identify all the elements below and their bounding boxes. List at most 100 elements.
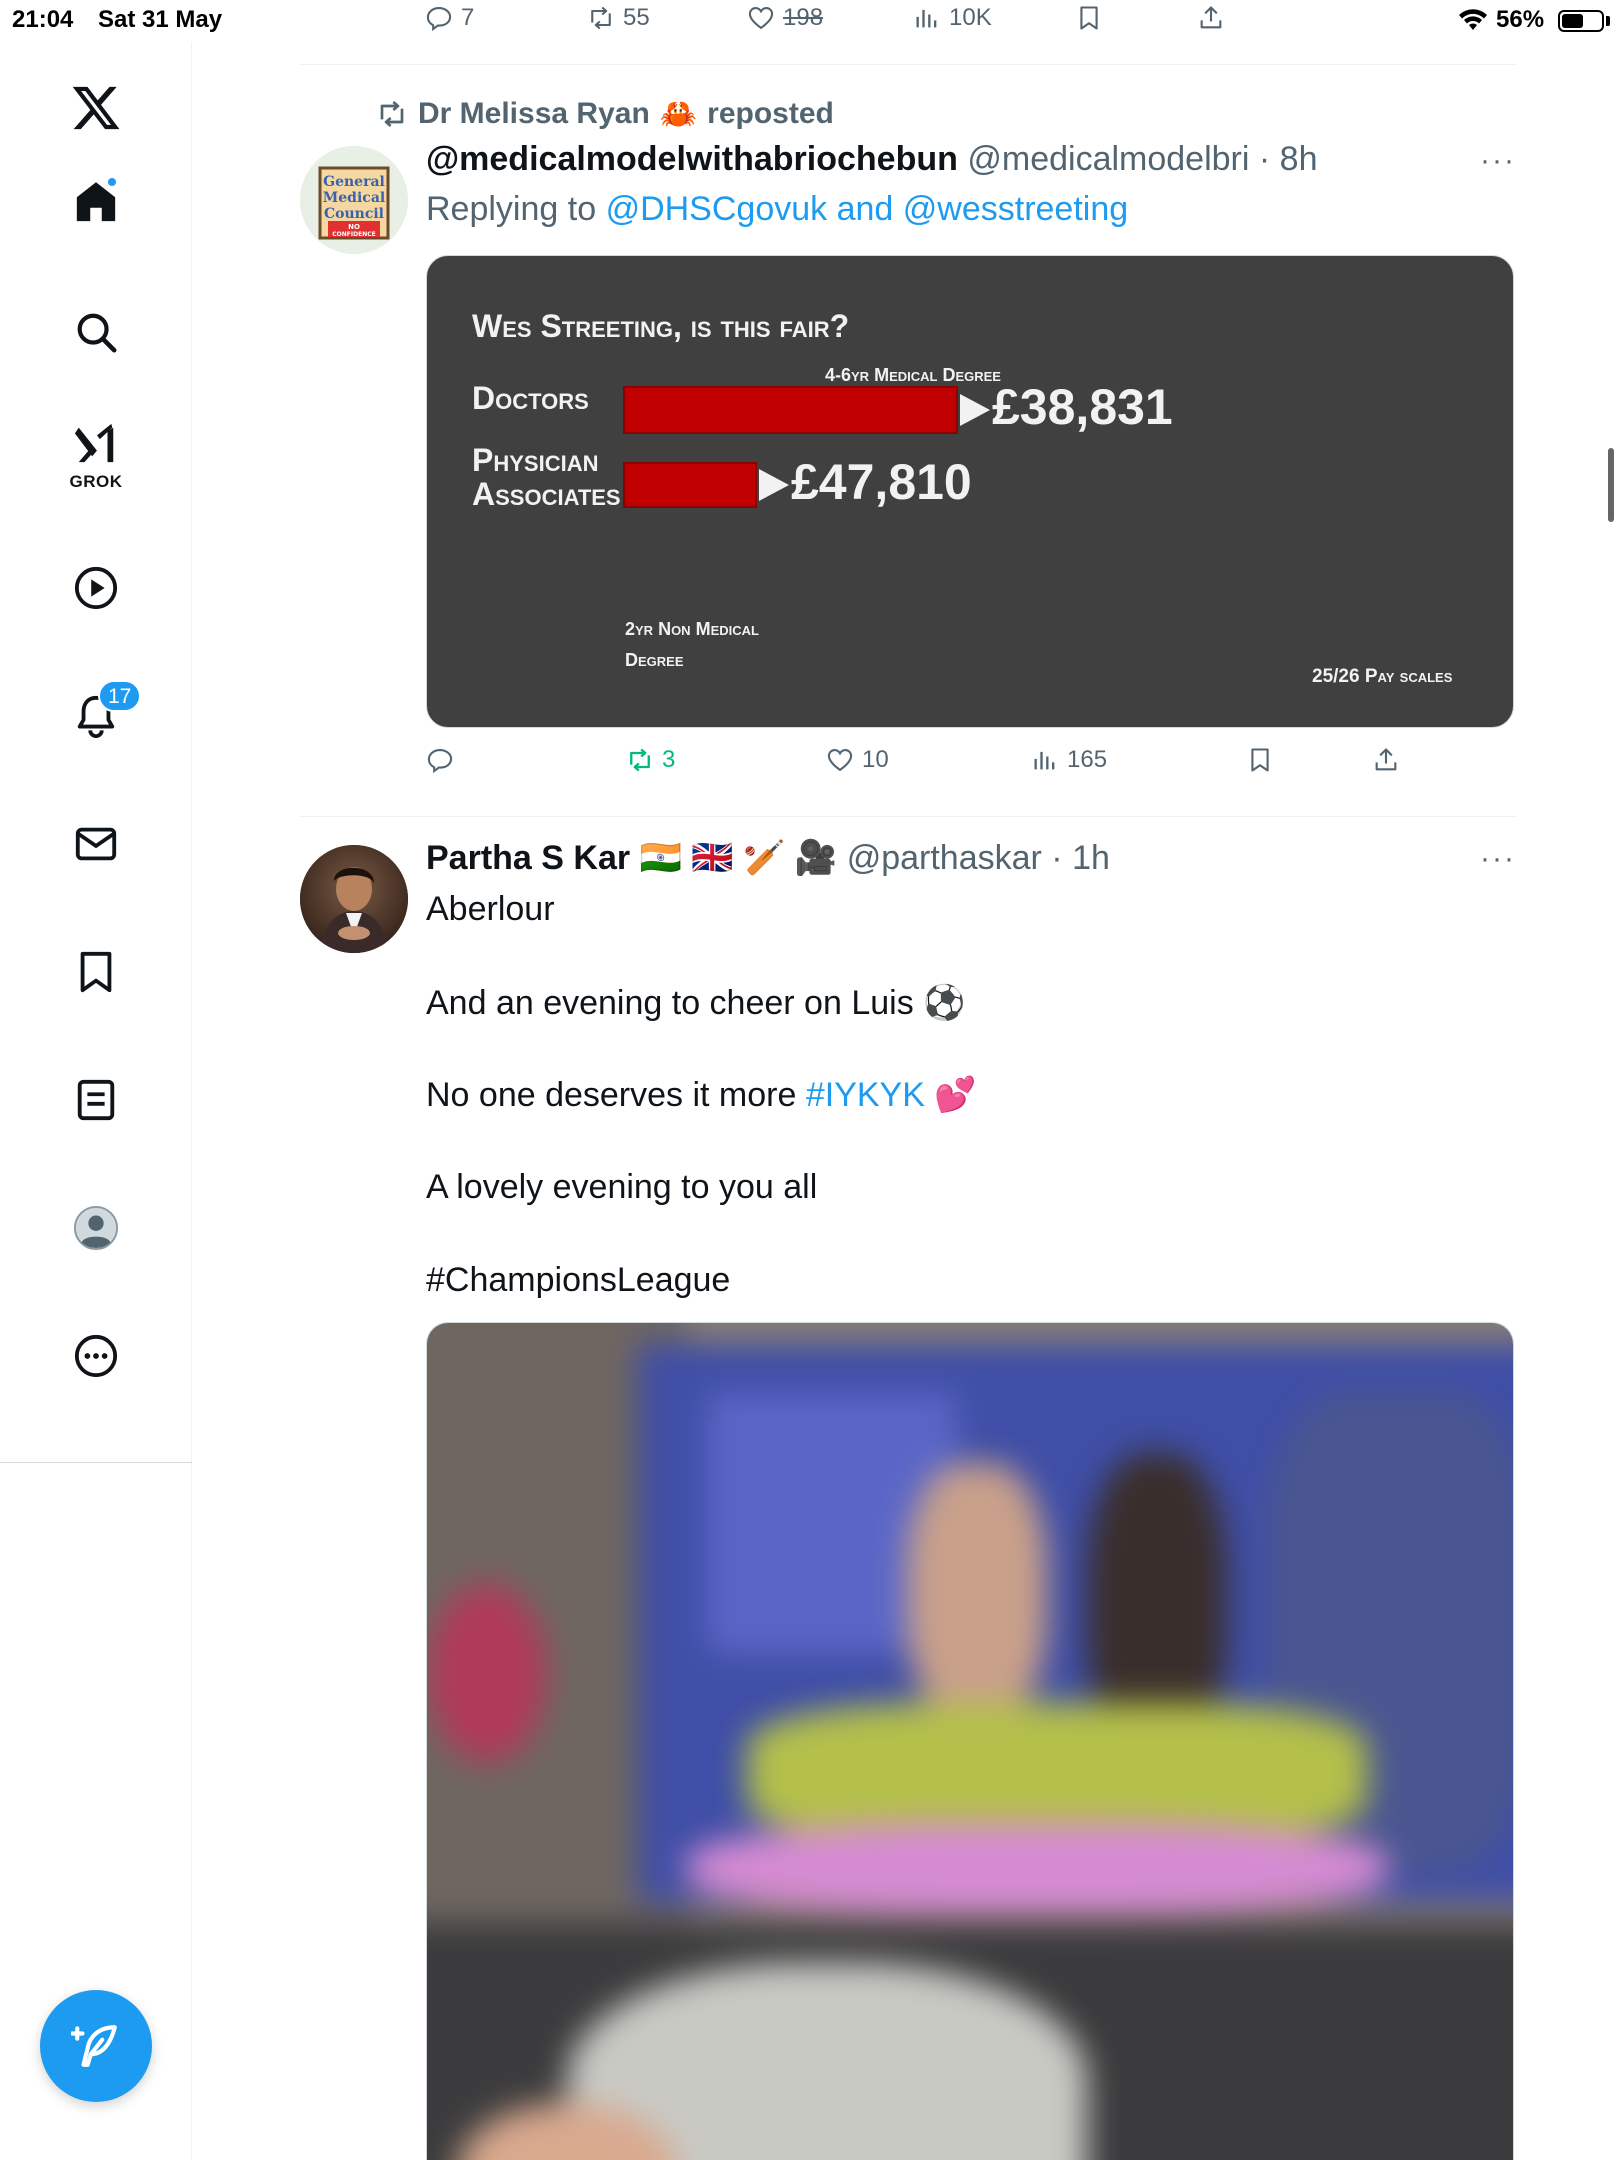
hashtag-link[interactable]: #ChampionsLeague [426,1261,730,1300]
replying-to: Replying to @DHSCgovuk and @wesstreeting [426,190,1128,229]
battery-tip [1606,16,1610,26]
sidebar-item-profile[interactable] [56,1188,136,1268]
chart-arrow [759,469,789,501]
blurred-photo-content [427,1323,1513,2160]
bookmark-icon [1251,748,1269,772]
chart-arrow [960,394,990,426]
search-icon [77,313,117,353]
reply-button[interactable]: 7 [425,4,474,32]
repost-icon [630,748,650,772]
battery-icon [1558,10,1604,32]
sidebar-item-home[interactable] [56,162,136,242]
prev-tweet-actions: 7 55 198 10K [425,4,1225,44]
repost-context[interactable]: Dr Melissa Ryan 🦀 reposted [376,94,834,134]
tweet-photo[interactable] [426,1322,1514,2160]
chart-bar [623,462,757,508]
chart-bar-annotation: 2yr Non Medical Degree [625,619,759,670]
bookmark-icon [80,951,112,993]
scrollbar[interactable] [1608,448,1614,522]
like-button[interactable]: 198 [747,4,823,32]
chart-bar [623,386,958,434]
play-icon [74,566,118,610]
new-posts-dot [106,176,118,188]
battery-level [1562,14,1584,28]
tweet-text-line: And an evening to cheer on Luis ⚽ [426,984,966,1022]
like-count: 198 [783,4,824,31]
text-segment: No one deserves it more [426,1076,806,1114]
sidebar-divider [0,1462,192,1463]
more-circle-icon [74,1334,118,1378]
display-name[interactable]: @medicalmodelwithabriochebun [426,140,958,178]
status-date: Sat 31 May [98,6,223,33]
reply-icon [427,749,453,774]
avatar[interactable]: General Medical Council NO CONFIDENCE [300,146,408,254]
sidebar-item-grok[interactable]: GROK [56,412,136,492]
chart-bar-annotation: 4-6yr Medical Degree [825,365,1001,385]
envelope-icon [75,827,117,861]
sidebar-item-explore[interactable] [56,292,136,372]
share-button[interactable] [1197,4,1225,32]
gmc-avatar-image: General Medical Council NO CONFIDENCE [300,146,408,254]
sidebar-item-messages[interactable] [56,804,136,884]
tweet-text-line: No one deserves it more #IYKYK 💕 [426,1075,977,1115]
views-count: 165 [1067,746,1108,773]
profile-icon [73,1205,119,1251]
repost-icon [380,100,404,128]
sidebar-item-lists[interactable] [56,1060,136,1140]
tweet-header: @medicalmodelwithabriochebun @medicalmod… [426,140,1318,178]
compose-button[interactable] [40,1990,152,2102]
tweet-text-line: A lovely evening to you all [426,1168,818,1206]
partha-avatar-image [300,845,408,953]
tweet-text-line: Aberlour [426,890,555,928]
views-button[interactable]: 10K [913,4,992,32]
share-button[interactable] [1372,746,1400,774]
status-time: 21:04 [12,6,74,33]
chart-title: Wes Streeting, is this fair? [472,308,850,344]
sidebar-item-videos[interactable] [56,548,136,628]
display-name[interactable]: Partha S Kar [426,839,630,877]
reply-count: 7 [461,4,475,31]
sidebar: GROK 17 [0,42,192,2160]
bookmark-button[interactable] [1246,746,1274,774]
tweet-time[interactable]: 1h [1072,839,1110,877]
sidebar-item-bookmarks[interactable] [56,932,136,1012]
chart-value-label: £47,810 [791,454,972,510]
svg-text:NO: NO [348,223,360,231]
list-icon [77,1079,115,1121]
replying-to-users[interactable]: @DHSCgovuk and @wesstreeting [606,190,1129,228]
tweet-image-chart[interactable]: Wes Streeting, is this fair? Doctors £38,… [426,255,1514,728]
heart-icon [748,7,774,30]
sidebar-item-notifications[interactable]: 17 [56,676,142,756]
grok-icon [74,423,114,463]
text-segment: 💕 [924,1076,977,1114]
grok-label: GROK [69,472,123,491]
views-icon [916,9,937,28]
name-emojis: 🇮🇳 🇬🇧 🏏 🎥 [639,839,838,877]
more-options-icon[interactable]: ··· [1480,144,1516,178]
user-handle[interactable]: @medicalmodelbri [967,140,1249,178]
avatar[interactable] [300,845,408,953]
repost-button[interactable]: 55 [587,4,650,32]
more-options-icon[interactable]: ··· [1480,842,1516,876]
repost-count: 55 [623,4,650,31]
tweet-time[interactable]: 8h [1280,140,1318,178]
sidebar-item-more[interactable] [56,1316,136,1396]
chart-category-label: Physician Associates [472,442,621,512]
views-count: 10K [949,4,992,31]
hashtag-link[interactable]: #IYKYK [806,1076,925,1114]
repost-count: 3 [662,746,676,773]
tweet-header: Partha S Kar 🇮🇳 🇬🇧 🏏 🎥 @parthaskar · 1h [426,839,1110,877]
compose-icon [71,2025,117,2067]
battery-percent: 56% [1496,6,1545,33]
heart-icon [827,749,853,772]
views-icon [1034,751,1055,770]
reply-button[interactable] [426,746,462,774]
repost-button[interactable]: 3 [626,746,675,774]
views-button[interactable]: 165 [1031,746,1107,774]
svg-text:CONFIDENCE: CONFIDENCE [332,231,375,238]
x-logo-icon[interactable] [56,68,136,148]
user-handle[interactable]: @parthaskar [847,839,1042,877]
like-button[interactable]: 10 [826,746,889,774]
bookmark-button[interactable] [1075,4,1103,32]
svg-text:Medical: Medical [323,190,385,206]
